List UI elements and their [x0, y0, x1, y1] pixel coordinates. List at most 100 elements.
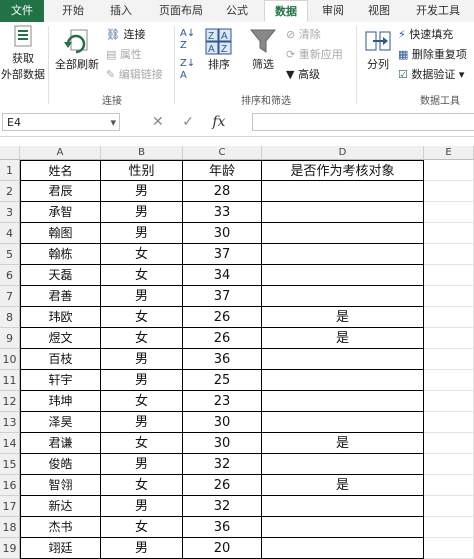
cell-e2[interactable] [424, 181, 474, 202]
row-header-18[interactable]: 18 [0, 517, 20, 538]
properties-button[interactable]: ▤ 属性 [106, 46, 142, 64]
reapply-button[interactable]: ⟳ 重新应用 [286, 46, 343, 64]
data-validation-button[interactable]: ☑ 数据验证 ▾ [398, 66, 464, 84]
sort-za-button[interactable]: Z↓ A [180, 58, 195, 86]
column-header-a[interactable]: A [20, 146, 101, 160]
cell-d14[interactable]: 是 [262, 433, 424, 454]
cell-a7[interactable]: 君善 [20, 286, 101, 307]
cell-c14[interactable]: 30 [183, 433, 262, 454]
cell-b8[interactable]: 女 [101, 307, 183, 328]
cell-d1[interactable]: 是否作为考核对象 [262, 160, 424, 181]
cell-a16[interactable]: 智翎 [20, 475, 101, 496]
row-header-9[interactable]: 9 [0, 328, 20, 349]
row-header-11[interactable]: 11 [0, 370, 20, 391]
sort-button[interactable]: Z A A Z 排序 [200, 26, 238, 72]
column-header-e[interactable]: E [424, 146, 474, 160]
refresh-all-button[interactable]: 全部刷新 [52, 26, 102, 72]
cell-b3[interactable]: 男 [101, 202, 183, 223]
row-header-3[interactable]: 3 [0, 202, 20, 223]
cell-b12[interactable]: 女 [101, 391, 183, 412]
cell-c16[interactable]: 26 [183, 475, 262, 496]
cell-a11[interactable]: 轩宇 [20, 370, 101, 391]
tab-review[interactable]: 审阅 [312, 0, 354, 22]
cell-a12[interactable]: 玮坤 [20, 391, 101, 412]
enter-icon[interactable]: ✓ [182, 114, 194, 130]
cell-c6[interactable]: 34 [183, 265, 262, 286]
tab-file[interactable]: 文件 [0, 0, 44, 22]
flash-fill-button[interactable]: ⚡ 快速填充 [398, 26, 453, 44]
cell-d7[interactable] [262, 286, 424, 307]
cell-b5[interactable]: 女 [101, 244, 183, 265]
cell-d2[interactable] [262, 181, 424, 202]
cell-b11[interactable]: 男 [101, 370, 183, 391]
cell-c12[interactable]: 23 [183, 391, 262, 412]
connections-button[interactable]: ⛓ 连接 [106, 26, 145, 44]
cell-b7[interactable]: 男 [101, 286, 183, 307]
cell-c15[interactable]: 32 [183, 454, 262, 475]
cell-d16[interactable]: 是 [262, 475, 424, 496]
cell-d3[interactable] [262, 202, 424, 223]
cell-b6[interactable]: 女 [101, 265, 183, 286]
select-all-corner[interactable] [0, 146, 20, 160]
column-header-d[interactable]: D [262, 146, 424, 160]
cell-e13[interactable] [424, 412, 474, 433]
cell-d11[interactable] [262, 370, 424, 391]
get-external-data-button[interactable]: 获取 外部数据 [0, 24, 46, 82]
cell-a4[interactable]: 翰图 [20, 223, 101, 244]
cell-d5[interactable] [262, 244, 424, 265]
cell-c4[interactable]: 30 [183, 223, 262, 244]
cell-c8[interactable]: 26 [183, 307, 262, 328]
cell-b18[interactable]: 女 [101, 517, 183, 538]
row-header-2[interactable]: 2 [0, 181, 20, 202]
row-header-12[interactable]: 12 [0, 391, 20, 412]
cell-a3[interactable]: 承智 [20, 202, 101, 223]
cell-b9[interactable]: 女 [101, 328, 183, 349]
cell-d8[interactable]: 是 [262, 307, 424, 328]
row-header-15[interactable]: 15 [0, 454, 20, 475]
filter-button[interactable]: 筛选 [244, 26, 282, 72]
cell-e5[interactable] [424, 244, 474, 265]
cell-b17[interactable]: 男 [101, 496, 183, 517]
cancel-icon[interactable]: ✕ [152, 114, 164, 130]
cell-d4[interactable] [262, 223, 424, 244]
row-header-13[interactable]: 13 [0, 412, 20, 433]
tab-formulas[interactable]: 公式 [216, 0, 258, 22]
cell-e4[interactable] [424, 223, 474, 244]
cell-c1[interactable]: 年龄 [183, 160, 262, 181]
remove-duplicates-button[interactable]: ▦ 删除重复项 [398, 46, 467, 64]
cell-d6[interactable] [262, 265, 424, 286]
cell-a6[interactable]: 天磊 [20, 265, 101, 286]
tab-home[interactable]: 开始 [52, 0, 94, 22]
cell-c2[interactable]: 28 [183, 181, 262, 202]
cell-b15[interactable]: 男 [101, 454, 183, 475]
row-header-16[interactable]: 16 [0, 475, 20, 496]
cell-a2[interactable]: 君辰 [20, 181, 101, 202]
row-header-6[interactable]: 6 [0, 265, 20, 286]
cell-a18[interactable]: 杰书 [20, 517, 101, 538]
tab-view[interactable]: 视图 [358, 0, 400, 22]
cell-e9[interactable] [424, 328, 474, 349]
row-header-1[interactable]: 1 [0, 160, 20, 181]
column-header-c[interactable]: C [183, 146, 262, 160]
cell-c9[interactable]: 26 [183, 328, 262, 349]
cell-c3[interactable]: 33 [183, 202, 262, 223]
cell-d12[interactable] [262, 391, 424, 412]
cell-e17[interactable] [424, 496, 474, 517]
cell-a1[interactable]: 姓名 [20, 160, 101, 181]
row-header-14[interactable]: 14 [0, 433, 20, 454]
cell-e3[interactable] [424, 202, 474, 223]
cell-a8[interactable]: 玮欧 [20, 307, 101, 328]
tab-page-layout[interactable]: 页面布局 [150, 0, 212, 22]
cell-d13[interactable] [262, 412, 424, 433]
cell-c10[interactable]: 36 [183, 349, 262, 370]
cell-a9[interactable]: 煜文 [20, 328, 101, 349]
cell-e8[interactable] [424, 307, 474, 328]
row-header-8[interactable]: 8 [0, 307, 20, 328]
cell-b1[interactable]: 性别 [101, 160, 183, 181]
cell-b4[interactable]: 男 [101, 223, 183, 244]
cell-c5[interactable]: 37 [183, 244, 262, 265]
cell-e6[interactable] [424, 265, 474, 286]
cell-d18[interactable] [262, 517, 424, 538]
cell-e16[interactable] [424, 475, 474, 496]
cell-c17[interactable]: 32 [183, 496, 262, 517]
